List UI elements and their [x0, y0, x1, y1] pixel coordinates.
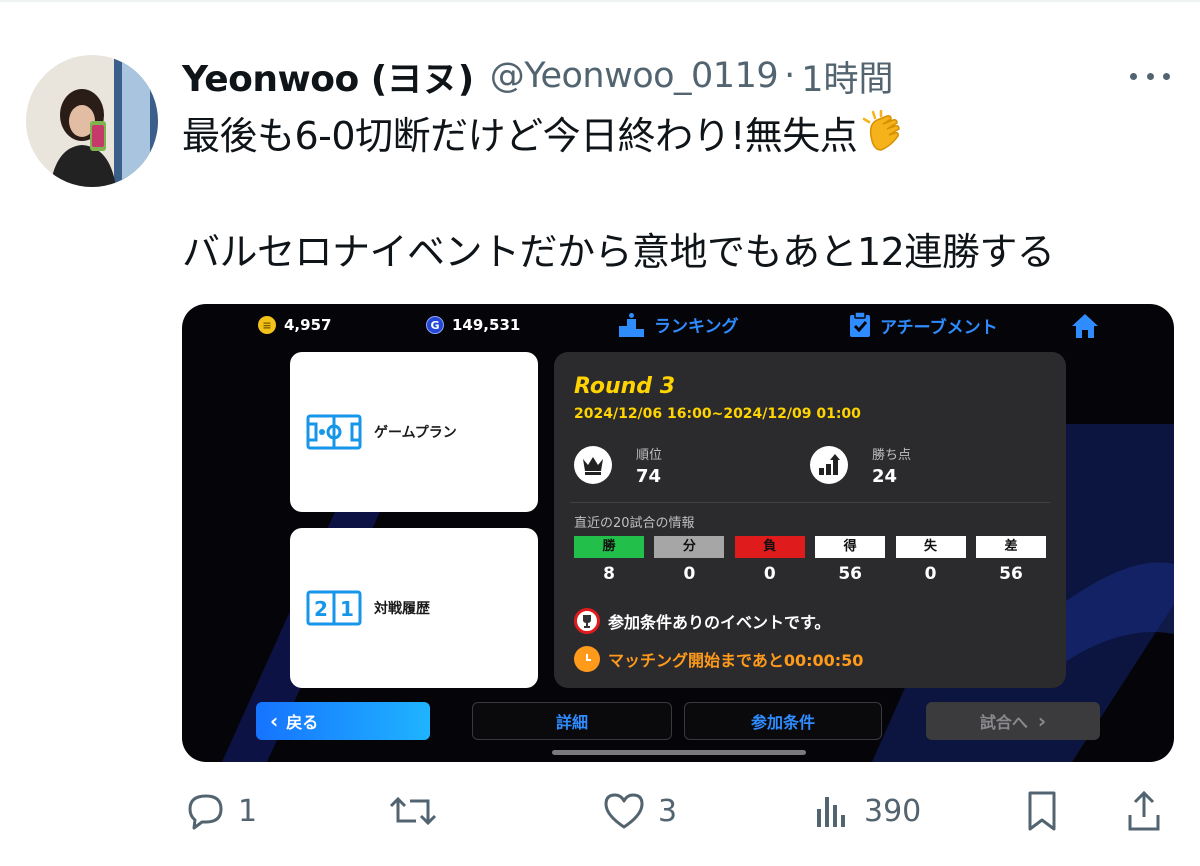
detail-button[interactable]: 詳細 [472, 702, 672, 740]
rank-value: 74 [636, 466, 662, 487]
gameplan-label: ゲームプラン [374, 425, 457, 441]
result-value: 8 [603, 564, 615, 584]
points-value: 24 [872, 466, 898, 487]
home-indicator [552, 750, 806, 755]
tweet-timestamp[interactable]: 1時間 [801, 51, 893, 102]
clock-icon [574, 646, 600, 672]
like-button[interactable]: 3 [602, 788, 677, 834]
clapping-hands-emoji-icon [861, 109, 907, 167]
result-header: 分 [654, 536, 725, 558]
reply-button[interactable]: 1 [186, 788, 257, 834]
result-value: 0 [924, 564, 937, 584]
retweet-button[interactable] [388, 788, 438, 834]
results-table: 勝8 分0 負0 得 56 失0 差 56 [574, 536, 1046, 584]
more-options-icon[interactable] [1128, 62, 1172, 90]
nav-ranking-label: ランキング [654, 317, 739, 337]
gem-value: 149,531 [452, 316, 521, 334]
view-count: 390 [864, 793, 922, 829]
retweet-icon [389, 796, 437, 826]
chevron-left-icon: ‹ [270, 709, 279, 733]
author-name[interactable]: Yeonwoo (ヨヌ) [182, 50, 474, 102]
nav-achievement-label: アチーブメント [880, 317, 998, 338]
rank-label: 順位 [636, 448, 663, 463]
g-currency-icon: G [426, 316, 444, 334]
tweet-text-line-1: 最後も6-0切断だけど今日終わり!無失点 [182, 109, 907, 167]
ranking-icon [619, 312, 644, 337]
result-loss: 負0 [734, 536, 805, 584]
nav-ranking[interactable]: ランキング [618, 312, 739, 337]
views-button[interactable]: 390 [812, 788, 921, 834]
round-period: 2024/12/06 16:00~2024/12/09 01:00 [574, 406, 861, 422]
condition-notice-text: 参加条件ありのイベントです。 [608, 613, 831, 632]
svg-text:1: 1 [340, 597, 354, 621]
to-match-label: 試合へ [979, 713, 1028, 732]
tweet-media-image[interactable]: ≡ 4,957 G 149,531 ランキング アチーブメント ゲームプラン 2… [182, 304, 1174, 762]
match-history-label: 対戦履歴 [374, 601, 430, 617]
svg-text:2: 2 [314, 597, 328, 621]
bar-chart-icon [817, 797, 845, 827]
clipboard-check-icon [850, 312, 870, 337]
nav-achievement[interactable]: アチーブメント [848, 312, 998, 338]
result-goals-against: 失0 [895, 536, 966, 584]
reply-count: 1 [238, 793, 258, 829]
back-button[interactable]: ‹ 戻る [256, 702, 430, 740]
conditions-button[interactable]: 参加条件 [684, 702, 882, 740]
tweet-text-1: 最後も6-0切断だけど今日終わり!無失点 [182, 114, 858, 158]
coin-icon: ≡ [258, 316, 276, 334]
result-header: 失 [895, 536, 966, 558]
result-goals-for: 得 56 [815, 536, 886, 584]
chevron-right-icon: › [1037, 709, 1047, 733]
crown-icon [574, 446, 612, 484]
back-button-label: 戻る [286, 713, 319, 732]
result-win: 勝8 [574, 536, 644, 584]
round-title: Round 3 [574, 374, 675, 399]
panel-divider [570, 502, 1050, 503]
tweet-actions: 1 3 390 [0, 788, 1200, 834]
scoreboard-icon: 21 [306, 590, 362, 626]
heart-icon [604, 793, 644, 829]
result-goal-difference: 差 56 [975, 536, 1046, 584]
result-header: 差 [975, 536, 1046, 558]
result-value: 56 [999, 564, 1023, 584]
avatar[interactable] [26, 55, 158, 187]
reply-icon [188, 794, 223, 830]
coin-value: 4,957 [284, 316, 332, 334]
gem-balance: G 149,531 [426, 316, 520, 334]
trophy-icon [574, 608, 600, 634]
result-value: 0 [763, 564, 776, 584]
gameplan-card[interactable]: ゲームプラン [290, 352, 538, 512]
condition-notice: 参加条件ありのイベントです。 [574, 608, 830, 634]
share-icon [1128, 790, 1160, 831]
to-match-button[interactable]: 試合へ › [926, 702, 1100, 740]
home-icon[interactable] [1070, 312, 1100, 340]
tactics-board-icon [306, 414, 362, 450]
result-draw: 分0 [654, 536, 725, 584]
bookmark-icon [1028, 791, 1056, 831]
top-divider [0, 0, 1200, 2]
tweet-header: Yeonwoo (ヨヌ) @Yeonwoo_0119 · 1時間 [182, 50, 894, 102]
result-header: 勝 [574, 536, 644, 558]
like-count: 3 [658, 793, 678, 829]
header-separator: · [784, 56, 796, 96]
match-history-card[interactable]: 21 対戦履歴 [290, 528, 538, 688]
author-handle[interactable]: @Yeonwoo_0119 [490, 56, 779, 96]
coin-balance: ≡ 4,957 [258, 316, 331, 334]
matching-timer: マッチング開始まであと00:00:50 [574, 646, 863, 672]
bookmark-button[interactable] [1022, 788, 1062, 834]
result-header: 得 [815, 536, 886, 558]
tweet-text-line-2: バルセロナイベントだから意地でもあと12連勝する [182, 230, 1055, 274]
recent-matches-title: 直近の20試合の情報 [574, 516, 695, 531]
share-button[interactable] [1124, 788, 1164, 834]
result-header: 負 [734, 536, 805, 558]
result-value: 0 [683, 564, 696, 584]
points-chart-icon [810, 446, 848, 484]
points-label: 勝ち点 [872, 448, 912, 463]
event-info-panel: Round 3 2024/12/06 16:00~2024/12/09 01:0… [554, 352, 1066, 688]
result-value: 56 [838, 564, 862, 584]
matching-timer-text: マッチング開始まであと00:00:50 [608, 651, 864, 670]
